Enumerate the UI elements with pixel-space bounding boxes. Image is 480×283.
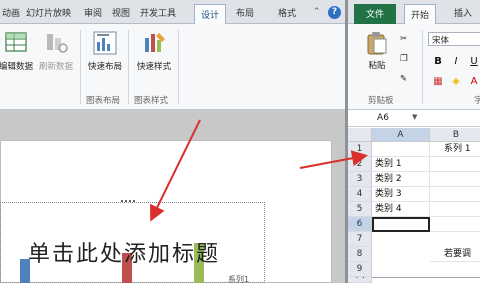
row-header[interactable] <box>348 278 372 283</box>
row-header[interactable]: 3 <box>348 172 372 187</box>
row-header[interactable]: 8 <box>348 247 372 262</box>
row-header[interactable]: 1 <box>348 142 372 157</box>
cell-b1[interactable]: 系列 1 <box>430 142 480 157</box>
cell-b2[interactable] <box>430 157 480 172</box>
column-header-b[interactable]: B <box>430 128 480 142</box>
tab-review[interactable]: 审阅 <box>84 6 102 24</box>
tab-animations[interactable]: 动画 <box>2 6 20 24</box>
minimize-ribbon-icon[interactable]: ⌃ <box>310 6 323 19</box>
font-name-select[interactable]: 宋体 <box>428 32 480 46</box>
tab-layout[interactable]: 布局 <box>236 6 254 24</box>
row-header[interactable]: 2 <box>348 157 372 172</box>
group-label-chart-layouts: 图表布局 <box>86 96 121 106</box>
chart-legend: 系列1 <box>228 275 250 283</box>
tab-design[interactable]: 设计 <box>194 4 227 24</box>
refresh-data-icon <box>43 30 69 56</box>
bold-button[interactable]: B <box>432 56 444 68</box>
cell-a3[interactable]: 类别 2 <box>372 172 430 187</box>
row-split-divider <box>372 277 480 278</box>
italic-button[interactable]: I <box>450 56 462 68</box>
tab-format[interactable]: 格式 <box>278 6 296 24</box>
format-painter-icon[interactable]: ✎ <box>400 74 407 84</box>
ribbon-separator <box>422 30 423 104</box>
group-label-font: 字 <box>474 94 480 106</box>
ribbon-separator <box>178 30 179 104</box>
help-icon[interactable]: ? <box>328 6 341 19</box>
table-edit-icon <box>3 30 29 56</box>
clipboard-icon <box>367 32 387 55</box>
quick-styles-button[interactable]: 快速样式 <box>132 30 176 72</box>
tab-file[interactable]: 文件 <box>354 4 396 24</box>
name-box-value[interactable]: A6 <box>358 112 408 125</box>
spreadsheet-grid[interactable]: A B 1 2 3 4 5 6 7 8 9 17 系列 1 类别 1 类别 2 … <box>348 128 480 283</box>
cell-a6-active[interactable] <box>372 217 430 232</box>
excel-ribbon-tabs: 文件 开始 插入 <box>348 0 480 24</box>
ribbon-separator <box>80 30 81 104</box>
powerpoint-window: 动画 幻灯片放映 审阅 视图 开发工具 设计 布局 格式 ⌃ ? 编辑数据 刷新… <box>0 0 345 283</box>
tab-home[interactable]: 开始 <box>404 4 437 24</box>
select-all-corner[interactable] <box>348 128 372 142</box>
paste-button[interactable]: 粘贴 <box>362 30 392 71</box>
cell-b8[interactable]: 若要调 <box>430 247 480 262</box>
row-header[interactable]: 9 <box>348 262 372 277</box>
chart-title-placeholder[interactable]: 单击此处添加标题 <box>28 236 220 268</box>
cell-b3[interactable] <box>430 172 480 187</box>
dropdown-arrow-icon[interactable]: ▼ <box>412 113 417 121</box>
column-header-a[interactable]: A <box>372 128 430 142</box>
font-color-icon[interactable]: A <box>468 76 480 88</box>
cell-a4[interactable]: 类别 3 <box>372 187 430 202</box>
group-label-clipboard: 剪贴板 <box>368 96 394 106</box>
ppt-window-controls: ⌃ ? <box>308 6 341 19</box>
name-box[interactable]: A6 ▼ <box>348 111 480 127</box>
excel-window: 文件 开始 插入 粘贴 ✂ ❐ ✎ 宋体 B I U ▦ ◈ A 剪贴板 字 A… <box>345 0 480 283</box>
chart-resize-handle[interactable] <box>121 200 135 205</box>
cell-b6[interactable] <box>430 217 480 232</box>
refresh-data-button[interactable]: 刷新数据 <box>36 30 76 72</box>
copy-icon[interactable]: ❐ <box>400 54 408 64</box>
tab-insert[interactable]: 插入 <box>454 6 472 19</box>
border-icon[interactable]: ▦ <box>432 76 444 88</box>
fill-color-icon[interactable]: ◈ <box>450 76 462 88</box>
quick-layout-icon <box>92 30 118 56</box>
cell-b5[interactable] <box>430 202 480 217</box>
excel-ribbon: 粘贴 ✂ ❐ ✎ 宋体 B I U ▦ ◈ A 剪贴板 字 <box>348 24 480 110</box>
underline-button[interactable]: U <box>468 56 480 68</box>
tab-view[interactable]: 视图 <box>112 6 130 24</box>
ppt-ribbon: 编辑数据 刷新数据 快速布局 快速样式 图表布局 图表样式 <box>0 24 345 110</box>
cell-a5[interactable]: 类别 4 <box>372 202 430 217</box>
ribbon-separator <box>128 30 129 104</box>
tab-developer[interactable]: 开发工具 <box>140 6 176 24</box>
quick-layout-button[interactable]: 快速布局 <box>84 30 126 72</box>
edit-data-button[interactable]: 编辑数据 <box>0 30 36 72</box>
cell-a1[interactable] <box>372 142 430 157</box>
row-header-selected[interactable]: 6 <box>348 217 372 232</box>
quick-styles-icon <box>141 30 167 56</box>
tab-slide-show[interactable]: 幻灯片放映 <box>26 6 71 24</box>
group-label-chart-styles: 图表样式 <box>134 96 169 106</box>
cell-b4[interactable] <box>430 187 480 202</box>
row-header[interactable]: 4 <box>348 187 372 202</box>
ppt-ribbon-tabs: 动画 幻灯片放映 审阅 视图 开发工具 设计 布局 格式 ⌃ ? <box>0 0 345 24</box>
cell-a2[interactable]: 类别 1 <box>372 157 430 172</box>
row-header[interactable]: 5 <box>348 202 372 217</box>
cut-icon[interactable]: ✂ <box>400 34 407 44</box>
row-header[interactable]: 7 <box>348 232 372 247</box>
